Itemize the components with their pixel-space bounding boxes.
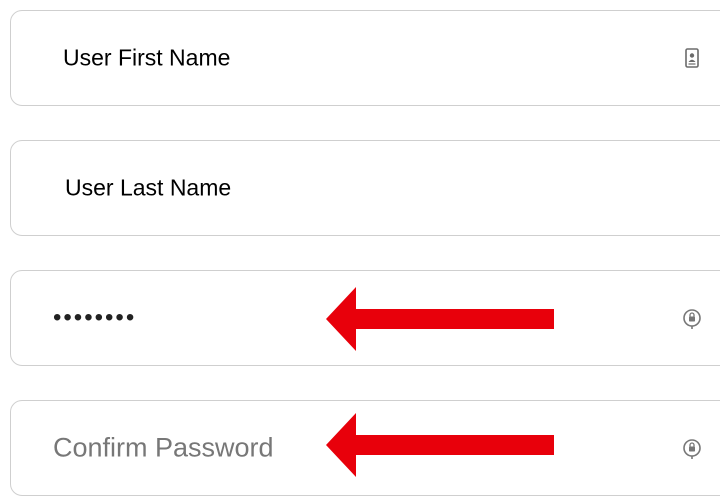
first-name-field[interactable]: User First Name <box>10 10 720 106</box>
red-arrow-annotation <box>326 287 554 351</box>
last-name-value: User Last Name <box>65 174 232 201</box>
confirm-password-placeholder: Confirm Password <box>53 432 274 463</box>
first-name-value: User First Name <box>63 44 231 71</box>
password-masked-value: •••••••• <box>53 304 137 331</box>
contact-card-icon <box>685 48 699 68</box>
password-key-icon[interactable] <box>681 437 703 459</box>
password-key-icon[interactable] <box>681 307 703 329</box>
last-name-field[interactable]: User Last Name <box>10 140 720 236</box>
red-arrow-annotation <box>326 413 554 477</box>
